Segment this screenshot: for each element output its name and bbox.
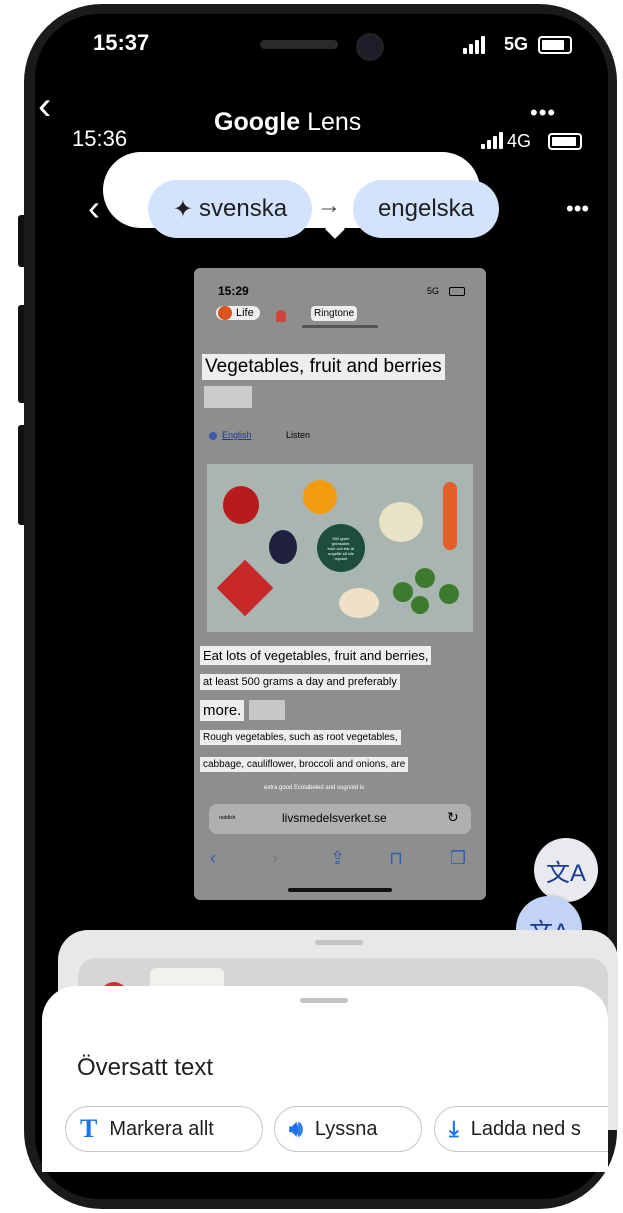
captured-heading: Vegetables, fruit and berries bbox=[202, 354, 445, 380]
apple bbox=[223, 486, 259, 524]
broccoli-3 bbox=[439, 584, 459, 604]
captured-battery-icon bbox=[449, 287, 465, 296]
globe-icon bbox=[209, 432, 217, 440]
captured-blank-box bbox=[249, 700, 285, 720]
status-time: 15:37 bbox=[93, 30, 150, 55]
target-language-label: engelska bbox=[377, 195, 475, 222]
inner-signal-icon bbox=[481, 132, 503, 149]
lens-back-button[interactable]: ‹ bbox=[88, 190, 100, 226]
sheet-handle-behind bbox=[315, 940, 363, 945]
back-button[interactable]: ‹ bbox=[38, 86, 51, 126]
battery-icon bbox=[538, 36, 572, 54]
more-options-icon[interactable]: ••• bbox=[566, 196, 589, 222]
blueberries bbox=[269, 530, 297, 564]
front-camera bbox=[356, 33, 384, 61]
captured-food-image: 500 gram grönsaker, frukt och bär är ung… bbox=[207, 464, 473, 632]
captured-popup-slider bbox=[302, 325, 378, 328]
download-button[interactable]: ⤓ Ladda ned s bbox=[434, 1106, 608, 1152]
center-label-line: mycket bbox=[334, 556, 348, 561]
tabs-icon: ❐ bbox=[450, 848, 467, 868]
listen-button[interactable]: 🔊︎ Lyssna bbox=[274, 1106, 422, 1152]
notch bbox=[200, 14, 450, 68]
source-language-label: svenska bbox=[199, 195, 288, 222]
download-icon: ⤓ bbox=[449, 1116, 459, 1141]
captured-paragraph-line: Eat lots of vegetables, fruit and berrie… bbox=[200, 646, 432, 665]
signal-icon bbox=[463, 36, 485, 54]
captured-popup: Ringtone bbox=[311, 306, 358, 321]
sheet-title: Översatt text bbox=[77, 1054, 214, 1081]
target-language-chip[interactable]: engelska bbox=[353, 180, 499, 238]
status-dots-icon: ••• bbox=[530, 100, 557, 125]
download-label: Ladda ned s bbox=[470, 1117, 581, 1140]
network-label: 5G bbox=[504, 34, 529, 54]
captured-time: 15:29 bbox=[218, 284, 249, 298]
center-label: 500 gram grönsaker, frukt och bär är ung… bbox=[319, 536, 363, 561]
captured-language-link: English bbox=[222, 430, 252, 440]
select-all-label: Markera allt bbox=[109, 1117, 214, 1140]
inner-battery-icon bbox=[548, 133, 582, 150]
source-language-chip[interactable]: ✦ svenska bbox=[148, 180, 312, 238]
captured-network: 5G bbox=[427, 286, 440, 296]
captured-url-bar: raddish livsmedelsverket.se ↻ bbox=[209, 804, 471, 834]
captured-url: livsmedelsverket.se bbox=[282, 811, 387, 825]
sparkle-icon: ✦ bbox=[172, 195, 194, 223]
speaker bbox=[260, 40, 338, 49]
tomatoes bbox=[216, 559, 274, 617]
captured-paragraph-line: extra good Ecolabeled and sugnold is bbox=[264, 785, 365, 791]
captured-subtitle-box bbox=[204, 386, 252, 408]
page-title: Google Lens bbox=[214, 108, 361, 137]
captured-home-indicator bbox=[288, 888, 392, 892]
nav-forward-icon: › bbox=[272, 848, 278, 868]
captured-url-left: raddish bbox=[219, 815, 236, 821]
bookmarks-icon: ⊓ bbox=[389, 848, 404, 868]
inner-status-time: 15:36 bbox=[72, 126, 128, 151]
title-brand: Google bbox=[214, 108, 301, 136]
captured-listen: Listen bbox=[286, 430, 311, 440]
carrot bbox=[443, 482, 457, 550]
reload-icon: ↻ bbox=[447, 809, 459, 825]
tab-logo-icon bbox=[218, 306, 232, 320]
cabbage bbox=[379, 502, 423, 542]
share-icon: ⇪ bbox=[330, 848, 346, 868]
sheet-drag-handle[interactable] bbox=[300, 998, 348, 1003]
captured-paragraph-line: cabbage, cauliflower, broccoli and onion… bbox=[200, 757, 409, 772]
bell-icon bbox=[276, 310, 286, 322]
captured-paragraph-line: Rough vegetables, such as root vegetable… bbox=[200, 730, 401, 745]
broccoli-1 bbox=[393, 582, 413, 602]
broccoli-2 bbox=[415, 568, 435, 588]
captured-screenshot[interactable]: 15:29 5G Life Ringtone Vegetables, fruit… bbox=[194, 268, 486, 900]
text-icon: T bbox=[80, 1114, 98, 1143]
captured-paragraph-line: at least 500 grams a day and preferably bbox=[200, 674, 400, 690]
orange bbox=[303, 480, 337, 514]
onion bbox=[339, 588, 379, 618]
title-product: Lens bbox=[307, 108, 362, 136]
listen-label: Lyssna bbox=[314, 1117, 378, 1140]
captured-paragraph-line: more. bbox=[200, 700, 245, 721]
arrow-right-icon: → bbox=[317, 192, 341, 219]
broccoli-4 bbox=[411, 596, 429, 614]
translate-icon[interactable]: 文A bbox=[534, 838, 598, 902]
select-all-button[interactable]: T Markera allt bbox=[65, 1106, 263, 1152]
inner-network-label: 4G bbox=[507, 131, 532, 151]
nav-back-icon: ‹ bbox=[210, 848, 216, 868]
speaker-icon: 🔊︎ bbox=[289, 1116, 303, 1141]
